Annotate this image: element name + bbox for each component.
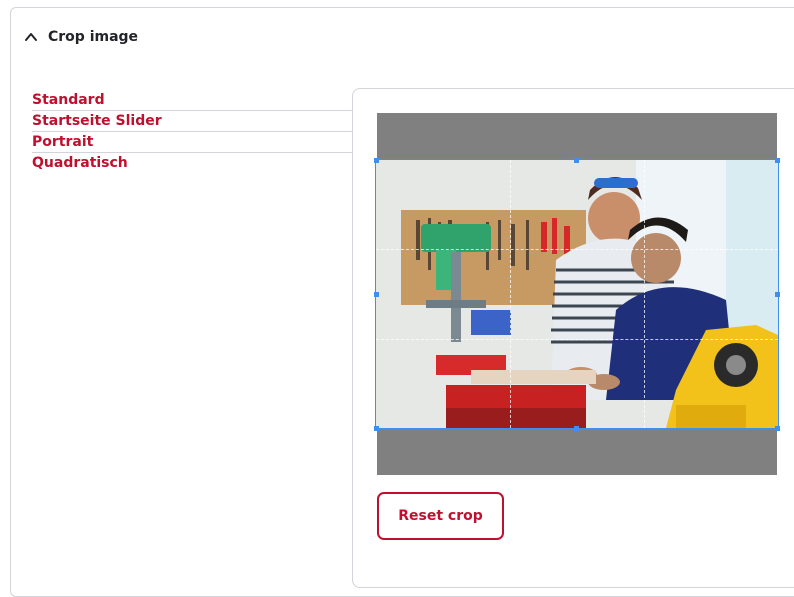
tab-quadratisch[interactable]: Quadratisch — [32, 153, 354, 174]
crop-handle-ne[interactable] — [775, 158, 780, 163]
crop-handle-se[interactable] — [775, 426, 780, 431]
workshop-photo — [376, 160, 778, 428]
crop-image-title: Crop image — [48, 29, 139, 45]
crop-handle-n[interactable] — [574, 158, 579, 163]
crop-handle-s[interactable] — [574, 426, 579, 431]
reset-crop-button[interactable]: Reset crop — [377, 492, 504, 540]
tab-startseite-slider[interactable]: Startseite Slider — [32, 111, 354, 132]
crop-handle-e[interactable] — [775, 292, 780, 297]
chevron-up-icon — [25, 33, 37, 41]
crop-image-summary[interactable]: Crop image — [24, 26, 138, 48]
crop-selection[interactable] — [375, 159, 779, 429]
crop-handle-sw[interactable] — [374, 426, 379, 431]
crop-handle-w[interactable] — [374, 292, 379, 297]
crop-handle-nw[interactable] — [374, 158, 379, 163]
crop-grid-line — [376, 249, 778, 250]
crop-grid-line — [376, 339, 778, 340]
crop-type-tabs: Standard Startseite Slider Portrait Quad… — [32, 90, 354, 174]
tab-portrait[interactable]: Portrait — [32, 132, 354, 153]
crop-grid-line — [510, 160, 511, 428]
crop-grid-line — [644, 160, 645, 428]
tab-standard[interactable]: Standard — [32, 90, 354, 111]
